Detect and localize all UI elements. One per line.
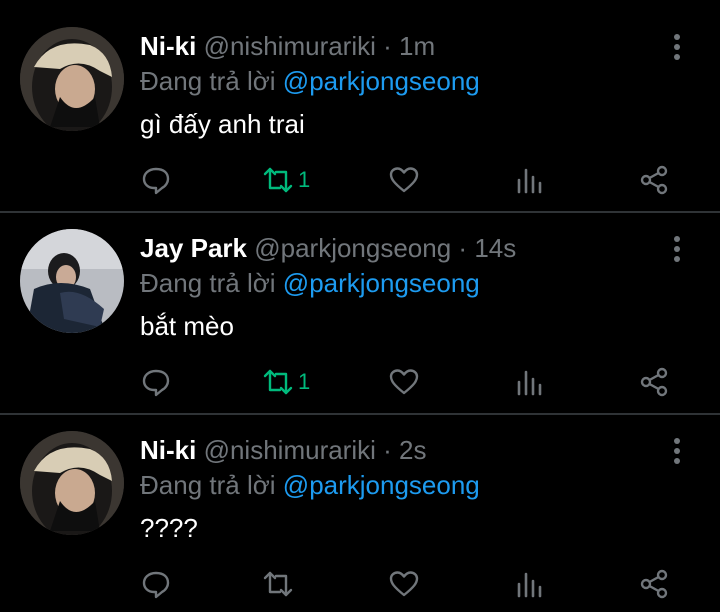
reply-prefix: Đang trả lời <box>140 268 276 298</box>
more-vertical-icon <box>674 236 680 262</box>
reply-context: Đang trả lời @parkjongseong <box>140 267 480 299</box>
avatar-image <box>20 27 124 131</box>
analytics-icon <box>517 572 542 598</box>
timestamp[interactable]: 1m <box>399 31 435 61</box>
more-vertical-icon <box>674 438 680 464</box>
separator-dot: · <box>458 233 468 263</box>
analytics-button[interactable] <box>514 566 546 602</box>
reply-mention-link[interactable]: @parkjongseong <box>283 66 480 96</box>
analytics-icon <box>517 370 542 396</box>
share-icon <box>640 165 668 195</box>
reply-button[interactable] <box>140 566 172 602</box>
tweet[interactable]: Jay Park @parkjongseong · 14s Đang trả l… <box>0 202 720 402</box>
tweet-header: Jay Park @parkjongseong · 14s <box>140 233 516 263</box>
action-bar: 1 <box>0 364 720 400</box>
retweet-icon <box>263 167 293 193</box>
reply-button[interactable] <box>140 162 172 198</box>
reply-mention-link[interactable]: @parkjongseong <box>283 470 480 500</box>
reply-mention-link[interactable]: @parkjongseong <box>283 268 480 298</box>
reply-prefix: Đang trả lời <box>140 66 276 96</box>
tweet-text: gì đấy anh trai <box>140 109 305 139</box>
separator-dot: · <box>383 435 392 465</box>
display-name[interactable]: Jay Park <box>140 233 247 263</box>
timestamp[interactable]: 14s <box>474 233 516 263</box>
share-icon <box>640 367 668 397</box>
timestamp[interactable]: 2s <box>399 435 426 465</box>
avatar[interactable] <box>20 27 124 131</box>
share-button[interactable] <box>638 364 670 400</box>
action-bar: 1 <box>0 162 720 198</box>
more-options-button[interactable] <box>660 32 694 62</box>
heart-icon <box>389 369 419 395</box>
analytics-button[interactable] <box>514 162 546 198</box>
retweet-button[interactable]: 1 <box>262 162 310 198</box>
user-handle[interactable]: @nishimurariki <box>204 31 376 61</box>
share-button[interactable] <box>638 566 670 602</box>
avatar[interactable] <box>20 431 124 535</box>
like-button[interactable] <box>388 364 420 400</box>
user-handle[interactable]: @parkjongseong <box>254 233 451 263</box>
user-handle[interactable]: @nishimurariki <box>204 435 376 465</box>
tweet[interactable]: Ni-ki @nishimurariki · 2s Đang trả lời @… <box>0 404 720 604</box>
retweet-icon <box>263 571 293 597</box>
retweet-count: 1 <box>298 167 311 192</box>
reply-icon <box>142 571 170 599</box>
like-button[interactable] <box>388 162 420 198</box>
display-name[interactable]: Ni-ki <box>140 435 196 465</box>
retweet-icon <box>263 369 293 395</box>
like-button[interactable] <box>388 566 420 602</box>
reply-prefix: Đang trả lời <box>140 470 276 500</box>
more-vertical-icon <box>674 34 680 60</box>
tweet-header: Ni-ki @nishimurariki · 2s <box>140 435 427 465</box>
share-button[interactable] <box>638 162 670 198</box>
analytics-button[interactable] <box>514 364 546 400</box>
retweet-button[interactable] <box>262 566 298 602</box>
heart-icon <box>389 571 419 597</box>
avatar-image <box>20 229 124 333</box>
retweet-count: 1 <box>298 369 311 394</box>
reply-context: Đang trả lời @parkjongseong <box>140 469 480 501</box>
retweet-button[interactable]: 1 <box>262 364 310 400</box>
tweet-text: ???? <box>140 513 198 543</box>
reply-icon <box>142 369 170 397</box>
share-icon <box>640 569 668 599</box>
tweet-text: bắt mèo <box>140 311 234 341</box>
display-name[interactable]: Ni-ki <box>140 31 196 61</box>
separator-dot: · <box>383 31 392 61</box>
avatar-image <box>20 431 124 535</box>
heart-icon <box>389 167 419 193</box>
reply-icon <box>142 167 170 195</box>
reply-context: Đang trả lời @parkjongseong <box>140 65 480 97</box>
tweet-header: Ni-ki @nishimurariki · 1m <box>140 31 435 61</box>
reply-button[interactable] <box>140 364 172 400</box>
more-options-button[interactable] <box>660 436 694 466</box>
tweet[interactable]: Ni-ki @nishimurariki · 1m Đang trả lời @… <box>0 0 720 200</box>
analytics-icon <box>517 168 542 194</box>
more-options-button[interactable] <box>660 234 694 264</box>
action-bar <box>0 566 720 602</box>
avatar[interactable] <box>20 229 124 333</box>
